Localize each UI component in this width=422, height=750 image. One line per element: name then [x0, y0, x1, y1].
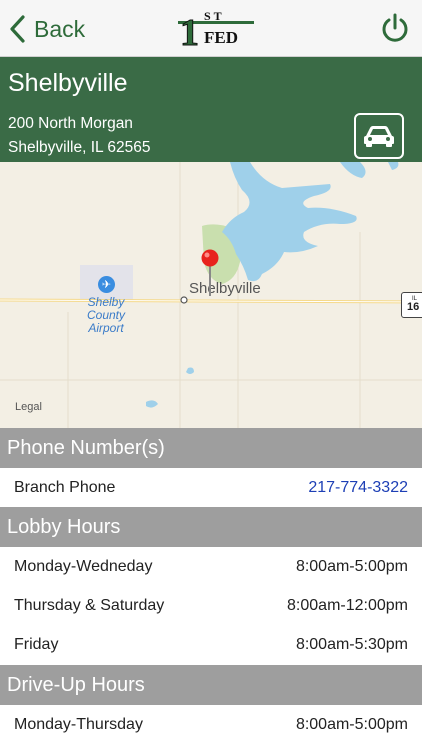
- phone-label: Branch Phone: [14, 479, 116, 496]
- logo-one: 1: [180, 12, 199, 50]
- logo-top: ST: [204, 9, 225, 23]
- route-shield: IL 16: [401, 292, 422, 318]
- hours-day-label: Monday-Thursday: [14, 716, 143, 733]
- hours-value: 8:00am-12:00pm: [287, 597, 408, 614]
- chevron-left-icon: [10, 15, 25, 43]
- table-row: Monday-Thursday 8:00am-5:00pm: [0, 705, 422, 745]
- branch-address-line1: 200 North Morgan: [8, 115, 133, 132]
- hours-day-label: Monday-Wedneday: [14, 558, 153, 575]
- hours-day-label: Friday: [14, 636, 59, 653]
- power-icon: [382, 13, 408, 42]
- table-row[interactable]: Branch Phone 217-774-3322: [0, 468, 422, 508]
- back-button[interactable]: Back: [8, 12, 85, 46]
- back-label: Back: [34, 15, 86, 42]
- table-row: Thursday & Saturday 8:00am-12:00pm: [0, 586, 422, 626]
- branch-header: Shelbyville 200 North Morgan Shelbyville…: [0, 57, 422, 162]
- hours-day-label: Thursday & Saturday: [14, 597, 165, 614]
- hours-value: 8:00am-5:30pm: [295, 636, 408, 653]
- branch-map[interactable]: ✈ Shelby County Airport Shelbyville IL 1…: [0, 162, 422, 428]
- route-shield-state: IL: [412, 296, 418, 302]
- table-row: Monday-Wedneday 8:00am-5:00pm: [0, 547, 422, 587]
- section-header-phone: Phone Number(s): [0, 428, 422, 468]
- phone-number-link[interactable]: 217-774-3322: [308, 468, 408, 508]
- hours-value: 8:00am-5:00pm: [295, 716, 408, 733]
- logout-button[interactable]: [380, 12, 410, 44]
- map-legal-link[interactable]: Legal: [15, 401, 42, 413]
- airport-label: Shelby County Airport: [86, 295, 126, 335]
- section-header-lobby: Lobby Hours: [0, 507, 422, 547]
- first-fed-logo: 1 ST FED: [178, 9, 254, 50]
- hours-value: 8:00am-5:00pm: [295, 558, 408, 575]
- section-header-driveup: Drive-Up Hours: [0, 665, 422, 705]
- branch-address-line2: Shelbyville, IL 62565: [8, 139, 151, 156]
- car-icon: [364, 126, 394, 147]
- table-row: Friday 8:00am-5:30pm: [0, 625, 422, 665]
- branch-name: Shelbyville: [8, 69, 128, 97]
- directions-button[interactable]: [354, 113, 404, 159]
- airport-icon: ✈: [98, 276, 115, 293]
- logo-bottom: FED: [204, 28, 238, 47]
- navigation-bar: Back 1 ST FED: [0, 0, 422, 57]
- location-pin-icon[interactable]: [200, 248, 220, 298]
